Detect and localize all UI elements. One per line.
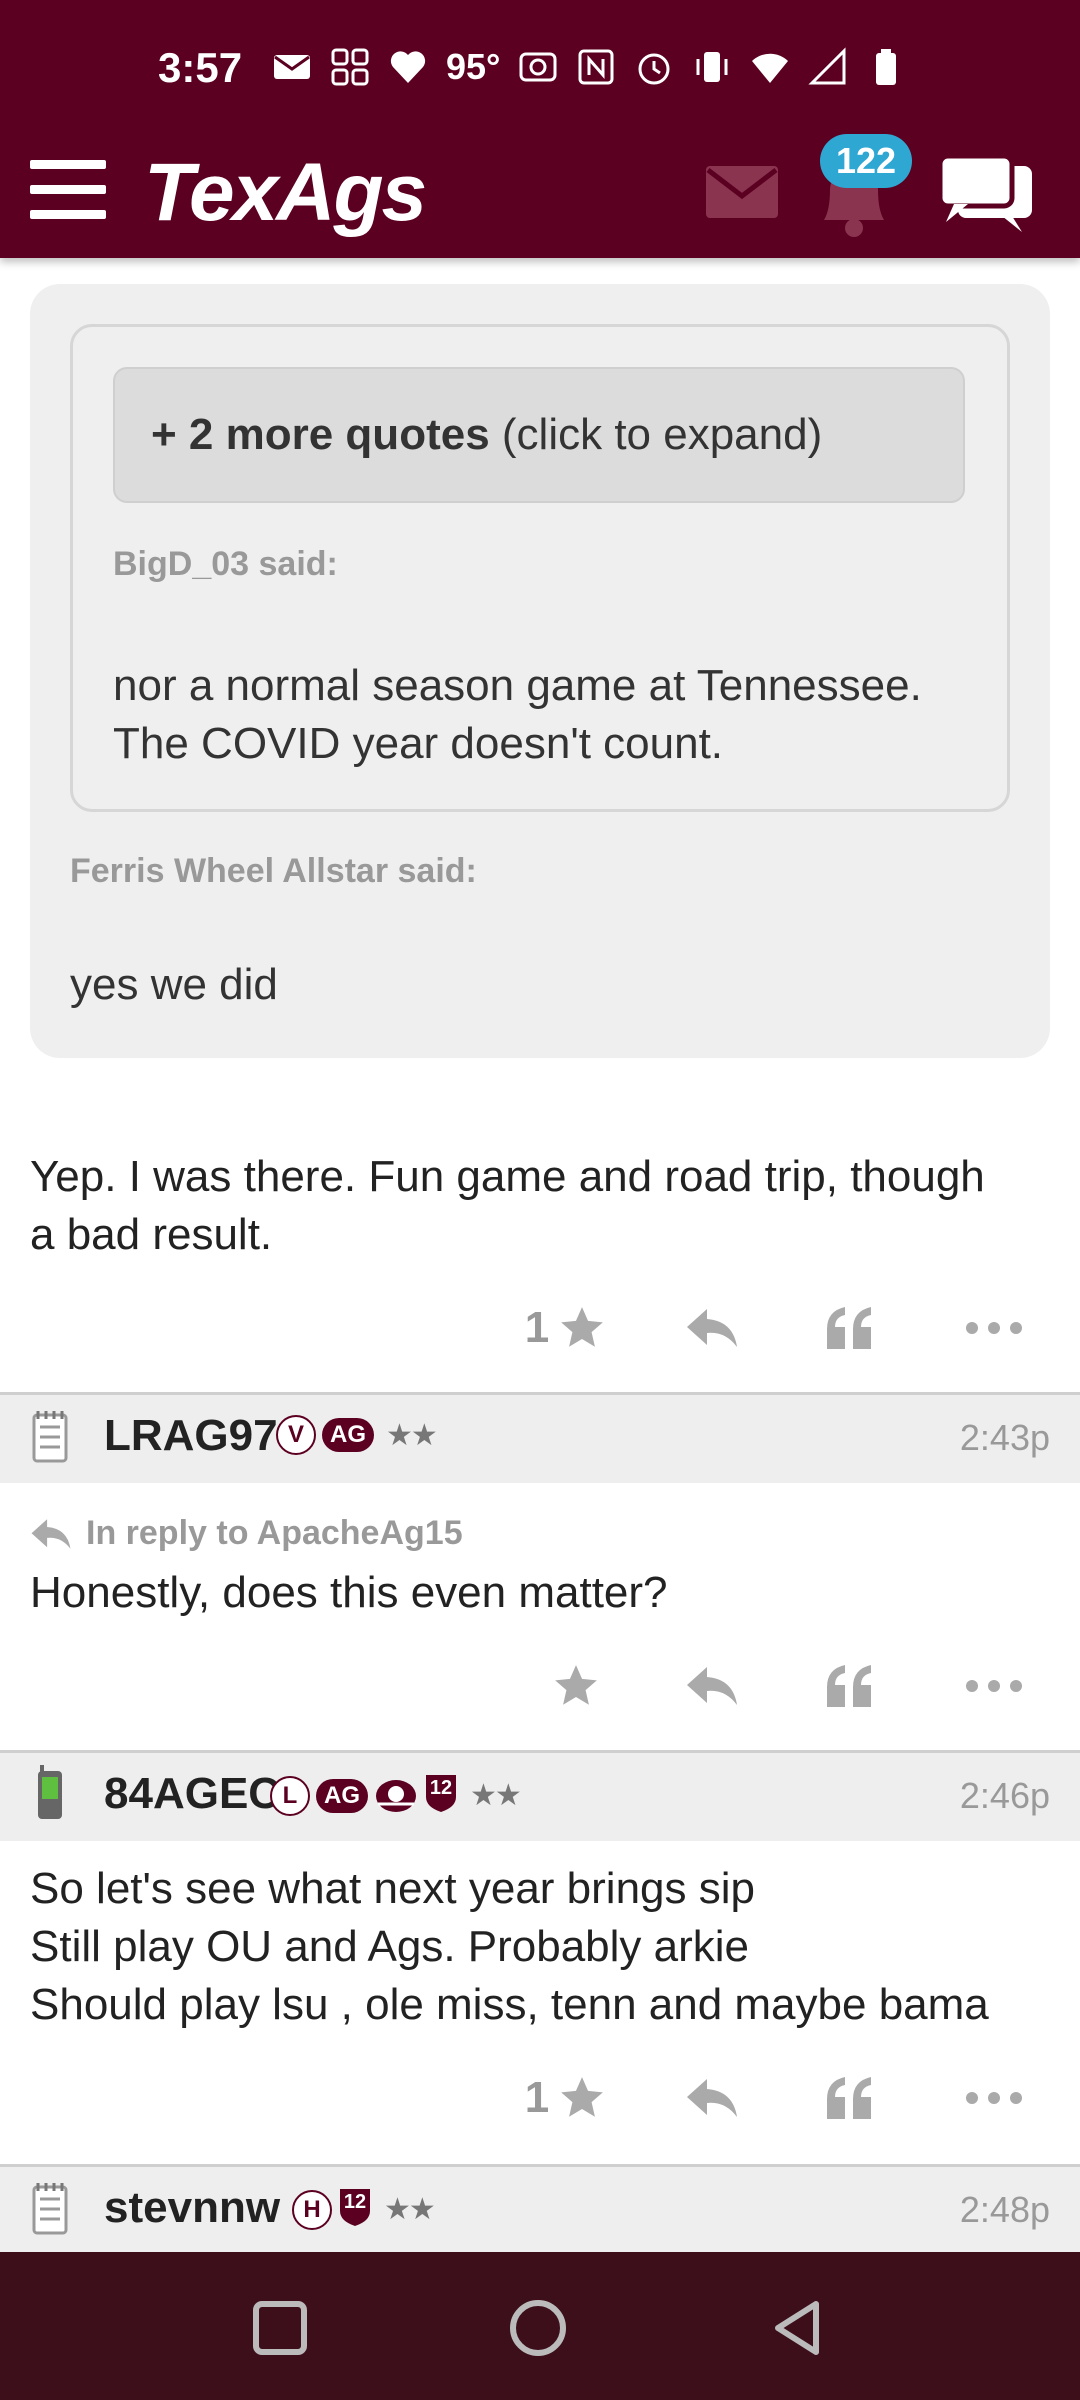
star-button[interactable]: 1 xyxy=(506,2058,626,2138)
post-header: stevnnw H 12 ★★ 2:48p xyxy=(0,2167,1080,2252)
messages-icon[interactable] xyxy=(706,166,778,218)
home-button-icon[interactable] xyxy=(506,2296,570,2360)
quote-author[interactable]: BigD_03 said: xyxy=(113,545,338,584)
reply-button[interactable] xyxy=(672,2058,752,2138)
more-options-button[interactable] xyxy=(954,1646,1034,1726)
user-badges: V AG ★★ xyxy=(276,1415,438,1455)
post-body: Honestly, does this even matter? xyxy=(30,1568,668,1617)
signal-icon xyxy=(808,47,846,85)
user-stars: ★★ xyxy=(386,1418,438,1452)
notification-count-badge: 122 xyxy=(820,134,912,188)
in-reply-to[interactable]: In reply to ApacheAg15 xyxy=(30,1514,463,1553)
username[interactable]: stevnnw xyxy=(104,2183,280,2233)
more-icon xyxy=(966,1322,1022,1334)
post-body: Yep. I was there. Fun game and road trip… xyxy=(30,1152,985,1259)
post-time[interactable]: 2:43p xyxy=(960,1417,1050,1459)
user-stars: ★★ xyxy=(384,2193,436,2226)
post-actions: 1 xyxy=(0,2058,1080,2138)
menu-button[interactable] xyxy=(30,160,106,220)
badge-v: V xyxy=(276,1415,316,1455)
reply-icon xyxy=(687,1667,737,1705)
post-body: So let's see what next year brings sip S… xyxy=(30,1864,989,2029)
phone-icon xyxy=(38,1765,62,1819)
user-stars: ★★ xyxy=(470,1779,522,1812)
back-button-icon[interactable] xyxy=(766,2296,830,2360)
star-button[interactable] xyxy=(536,1646,616,1726)
more-icon xyxy=(966,2092,1022,2104)
quote-icon xyxy=(827,2077,871,2119)
status-bar: 3:57 95° xyxy=(0,0,1080,140)
recents-button-icon[interactable] xyxy=(248,2296,312,2360)
heart-icon xyxy=(390,51,426,83)
username[interactable]: LRAG97 xyxy=(104,1411,278,1461)
team-logo-icon xyxy=(376,1779,416,1812)
reply-icon xyxy=(687,2079,737,2117)
reply-button[interactable] xyxy=(672,1646,752,1726)
post-time[interactable]: 2:48p xyxy=(960,2189,1050,2231)
chat-icon[interactable] xyxy=(936,152,1036,238)
status-temperature: 95° xyxy=(446,46,501,87)
quote-text: yes we did xyxy=(70,960,278,1009)
more-options-button[interactable] xyxy=(954,2058,1034,2138)
status-icons: 95° xyxy=(272,46,906,88)
star-icon xyxy=(561,1307,604,1347)
camera-icon xyxy=(519,52,557,82)
user-badges: H 12 ★★ xyxy=(292,2187,436,2232)
post-actions: 1 xyxy=(0,1288,1080,1368)
star-icon xyxy=(555,1665,597,1705)
nfc-icon xyxy=(578,49,614,85)
expand-quotes-button[interactable]: + 2 more quotes (click to expand) xyxy=(113,367,965,503)
reply-arrow-icon xyxy=(31,1518,71,1549)
nested-quote: + 2 more quotes (click to expand) BigD_0… xyxy=(70,324,1010,812)
mail-icon xyxy=(274,55,310,79)
texags-logo[interactable]: TexAgs xyxy=(144,146,427,240)
username[interactable]: 84AGEC xyxy=(104,1769,280,1819)
quote-block: + 2 more quotes (click to expand) BigD_0… xyxy=(30,284,1050,1058)
vibrate-icon xyxy=(696,52,728,82)
post-time[interactable]: 2:46p xyxy=(960,1775,1050,1817)
post-actions xyxy=(0,1646,1080,1726)
quote-button[interactable] xyxy=(810,1288,890,1368)
app-header: TexAgs xyxy=(0,140,1080,258)
badge-l: L xyxy=(270,1775,310,1816)
more-icon xyxy=(966,1680,1022,1692)
quote-text: nor a normal season game at Tennessee. T… xyxy=(113,661,922,768)
status-time: 3:57 xyxy=(158,44,243,91)
quote-icon xyxy=(827,1665,871,1707)
notepad-icon xyxy=(32,2183,68,2235)
battery-icon xyxy=(876,49,897,85)
badge-12-shield: 12 xyxy=(424,1773,458,1818)
star-button[interactable]: 1 xyxy=(506,1288,626,1368)
grid-icon xyxy=(331,48,369,86)
star-icon xyxy=(561,2077,604,2117)
alarm-icon xyxy=(638,53,670,85)
badge-ag: AG xyxy=(316,1778,368,1813)
quote-button[interactable] xyxy=(810,1646,890,1726)
badge-ag: AG xyxy=(322,1418,374,1452)
wifi-icon xyxy=(752,53,789,83)
quote-icon xyxy=(827,1307,871,1349)
quote-author[interactable]: Ferris Wheel Allstar said: xyxy=(70,852,477,891)
notepad-icon xyxy=(32,1411,68,1463)
reply-icon xyxy=(687,1309,737,1347)
post-header: LRAG97 V AG ★★ 2:43p xyxy=(0,1395,1080,1483)
more-options-button[interactable] xyxy=(954,1288,1034,1368)
quote-button[interactable] xyxy=(810,2058,890,2138)
post-header: 84AGEC L AG 12 ★★ 2:46p xyxy=(0,1753,1080,1841)
badge-12-shield: 12 xyxy=(338,2187,372,2232)
system-nav-bar xyxy=(0,2252,1080,2400)
top-bar: 3:57 95° TexAgs xyxy=(0,0,1080,258)
badge-h: H xyxy=(292,2189,332,2230)
reply-button[interactable] xyxy=(672,1288,752,1368)
user-badges: L AG 12 ★★ xyxy=(270,1773,522,1818)
